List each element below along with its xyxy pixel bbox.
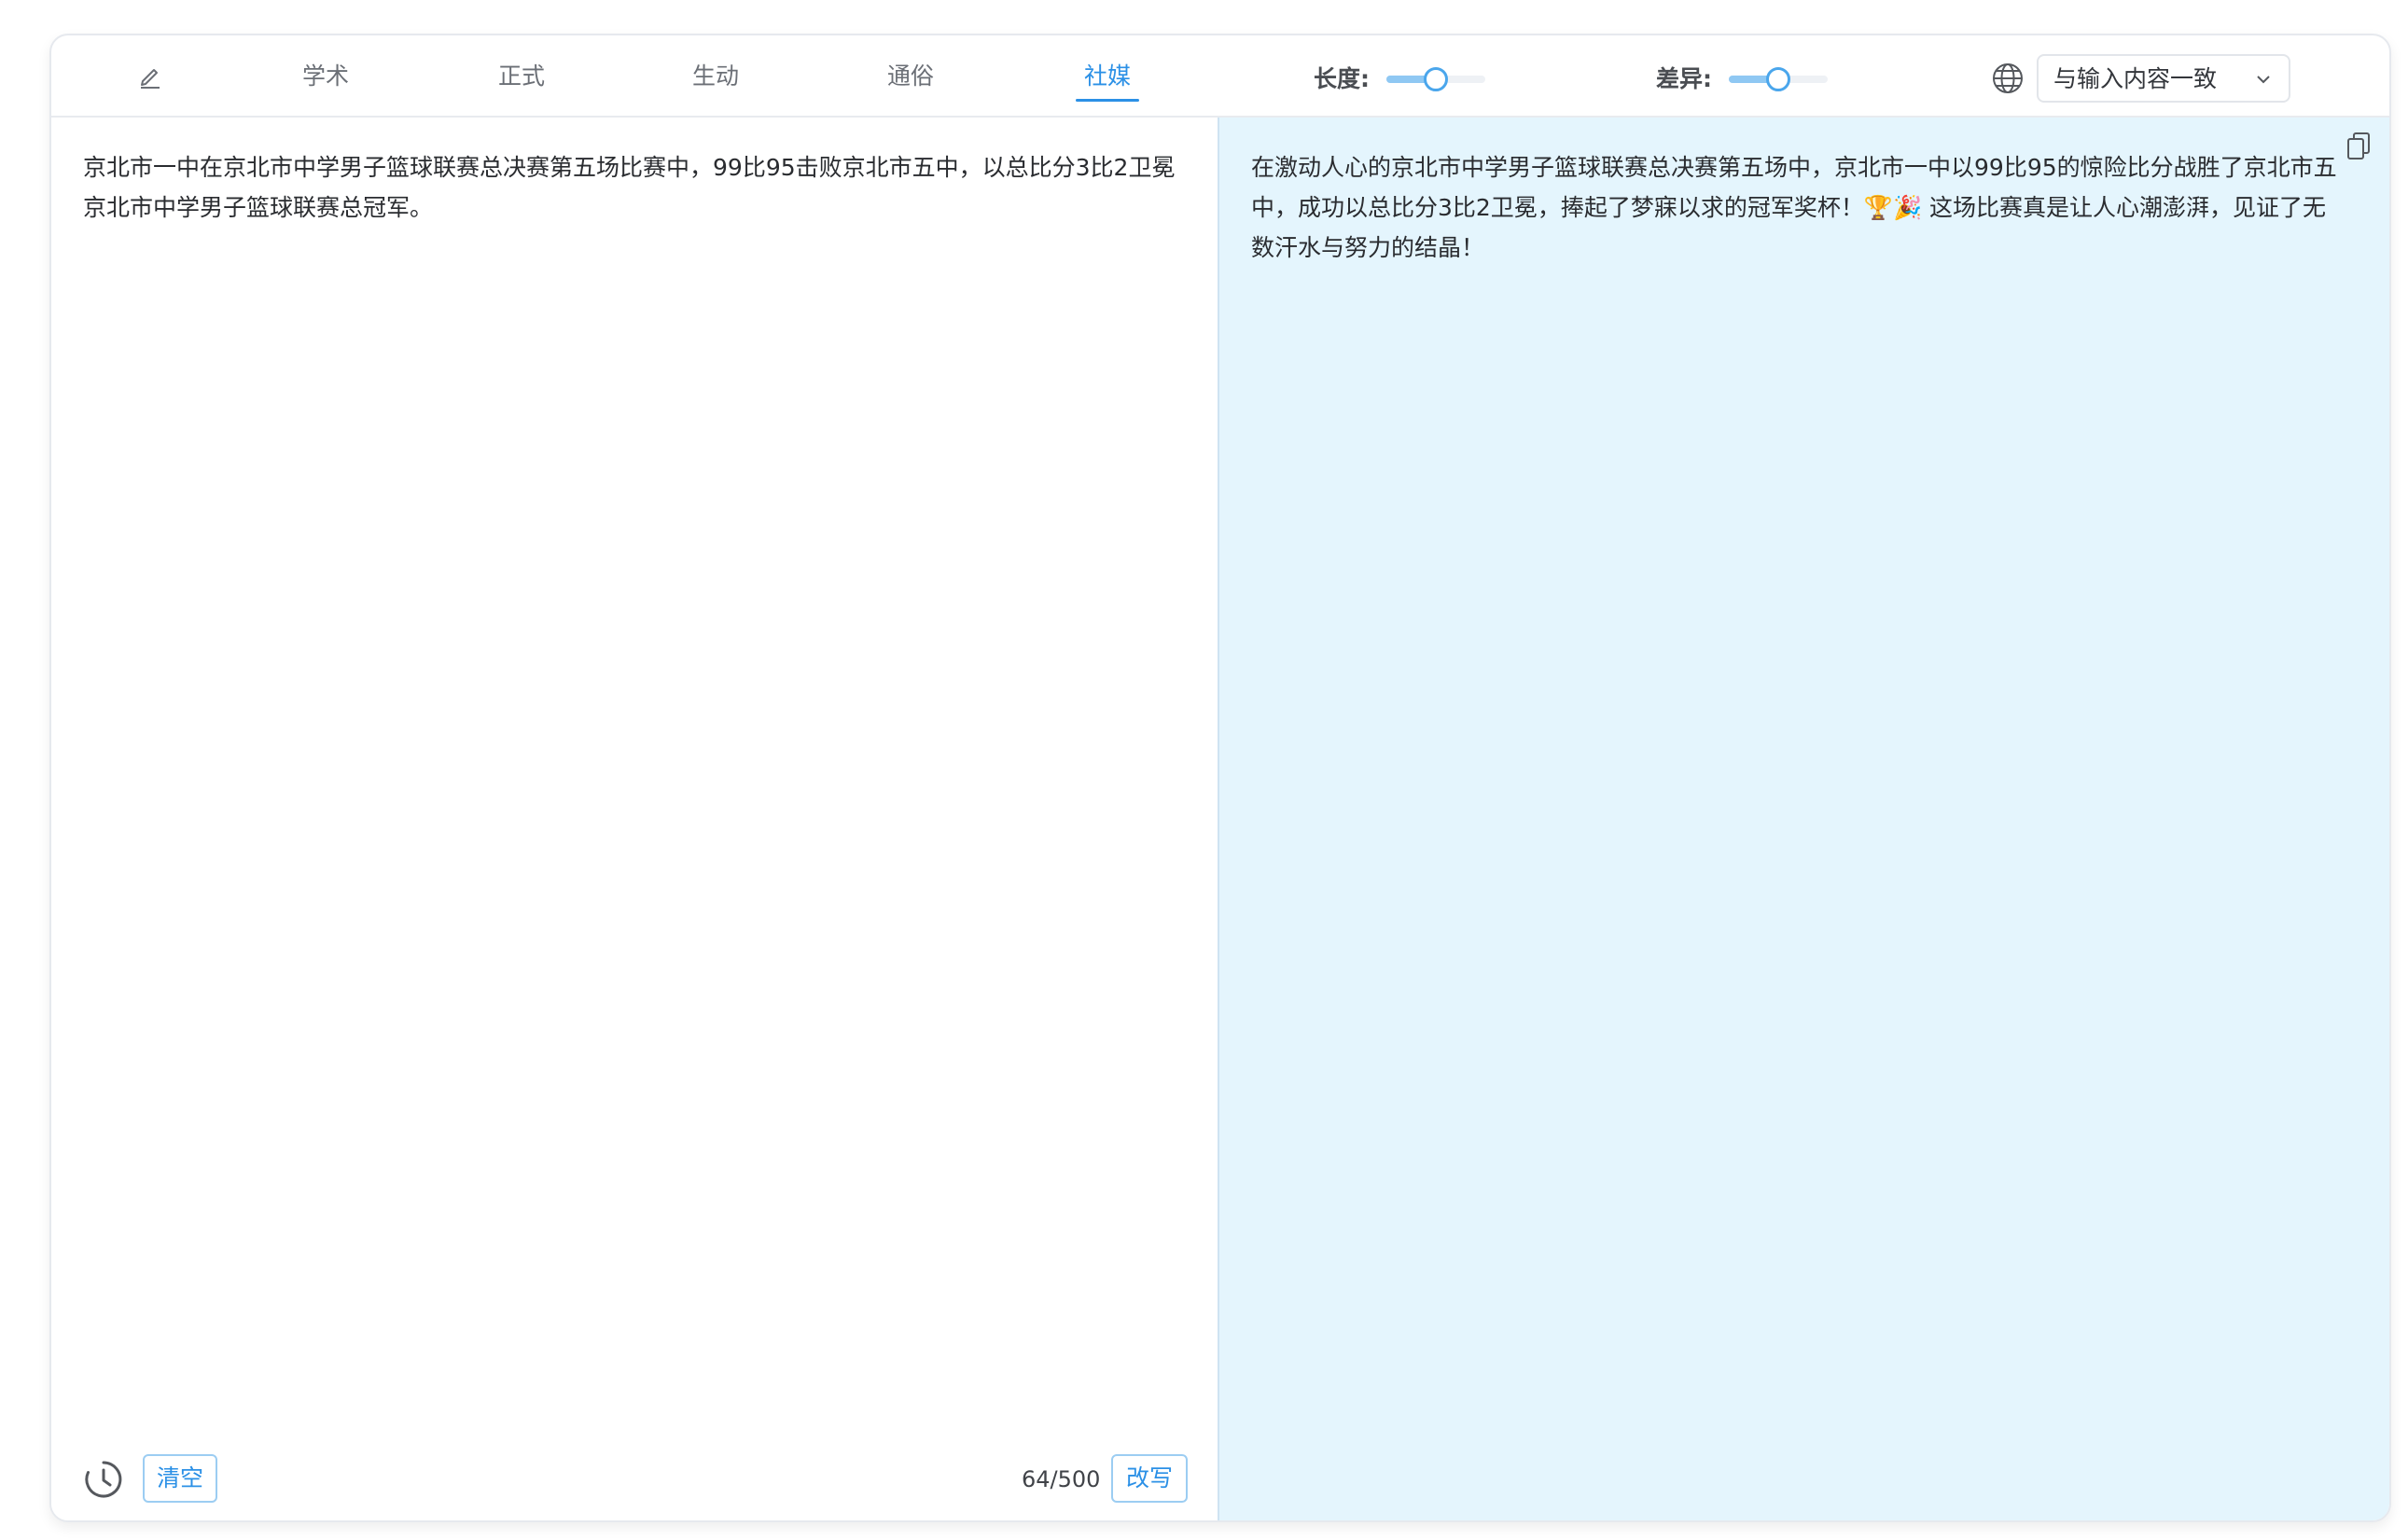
globe-icon: [1993, 63, 2023, 93]
input-pane[interactable]: 京北市一中在京北市中学男子篮球联赛总决赛第五场比赛中，99比95击败京北市五中，…: [51, 118, 1219, 1520]
character-counter: 64/500: [1022, 1466, 1101, 1492]
rewrite-button[interactable]: 改写: [1111, 1454, 1188, 1503]
length-slider[interactable]: [1386, 67, 1485, 91]
length-label: 长度:: [1314, 65, 1370, 92]
tab-vivid[interactable]: 生动: [692, 58, 739, 95]
tab-formal[interactable]: 正式: [498, 58, 545, 95]
chevron-down-icon: [2257, 76, 2270, 84]
style-toolbar: 学术 正式 生动 通俗 社媒 长度: 差异: 与输入内容一致: [51, 35, 2389, 118]
output-text: 在激动人心的京北市中学男子篮球联赛总决赛第五场中，京北市一中以99比95的惊险比…: [1251, 154, 2337, 261]
tab-academic[interactable]: 学术: [302, 58, 349, 95]
active-tab-indicator: [1076, 99, 1139, 102]
slider-knob[interactable]: [1766, 67, 1790, 91]
difference-label: 差异:: [1656, 65, 1712, 92]
history-icon[interactable]: [83, 1459, 124, 1500]
input-text[interactable]: 京北市一中在京北市中学男子篮球联赛总决赛第五场比赛中，99比95击败京北市五中，…: [83, 147, 1190, 228]
pencil-icon[interactable]: [135, 61, 165, 90]
clear-button[interactable]: 清空: [143, 1454, 217, 1503]
output-pane: 在激动人心的京北市中学男子篮球联赛总决赛第五场中，京北市一中以99比95的惊险比…: [1219, 118, 2389, 1520]
tab-plain[interactable]: 通俗: [887, 58, 934, 95]
rewrite-card: 学术 正式 生动 通俗 社媒 长度: 差异: 与输入内容一致 京北市一中在京北市…: [49, 34, 2391, 1522]
output-language-value: 与输入内容一致: [2053, 65, 2218, 92]
tab-social-media[interactable]: 社媒: [1084, 58, 1131, 95]
slider-knob[interactable]: [1424, 67, 1448, 91]
difference-slider[interactable]: [1729, 67, 1828, 91]
copy-icon[interactable]: [2345, 131, 2373, 162]
output-language-select[interactable]: 与输入内容一致: [2037, 54, 2290, 103]
